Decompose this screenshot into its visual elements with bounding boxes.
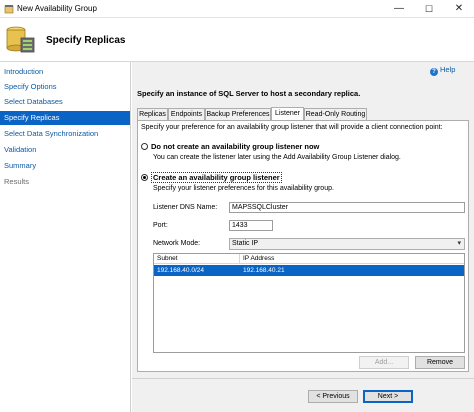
maximize-button[interactable]: ☐ [414,0,444,18]
port-input[interactable]: 1433 [229,220,273,231]
radio-no-listener-label: Do not create an availability group list… [151,142,320,151]
create-listener-subtext: Specify your listener preferences for th… [153,185,334,192]
sidebar-item-select-databases[interactable]: Select Databases [0,95,130,109]
tab-endpoints[interactable]: Endpoints [168,108,205,120]
footer-divider [132,378,474,379]
tab-listener[interactable]: Listener [271,107,304,120]
previous-button[interactable]: < Previous [308,390,358,403]
dns-name-input[interactable]: MAPSSQLCluster [229,202,465,213]
sidebar-item-specify-replicas[interactable]: Specify Replicas [0,111,130,125]
no-listener-subtext: You can create the listener later using … [153,154,401,161]
column-header-ip-address[interactable]: IP Address [240,254,464,264]
listener-description: Specify your preference for an availabil… [141,124,443,131]
instruction-text: Specify an instance of SQL Server to hos… [137,89,361,98]
column-header-subnet[interactable]: Subnet [154,254,240,264]
port-label: Port: [153,222,168,229]
sidebar-item-results: Results [4,177,30,186]
radio-no-listener[interactable]: Do not create an availability group list… [141,142,319,151]
network-mode-select[interactable]: Static IP ▾ [229,238,465,250]
window-title: New Availability Group [17,4,97,13]
radio-create-listener-label: Create an availability group listener [151,172,282,183]
sidebar-item-select-data-synchronization[interactable]: Select Data Synchronization [0,127,130,141]
remove-button[interactable]: Remove [415,356,465,369]
title-bar: New Availability Group — ☐ ✕ [0,0,474,18]
help-icon: ? [430,68,438,76]
app-icon [4,5,14,14]
grid-header: Subnet IP Address [154,254,464,264]
network-mode-value: Static IP [232,240,259,247]
close-button[interactable]: ✕ [444,0,474,18]
sidebar-item-validation[interactable]: Validation [0,143,130,157]
page-title: Specify Replicas [46,35,126,46]
database-server-icon [6,26,35,53]
help-link[interactable]: ? Help [430,65,455,76]
sidebar-item-summary[interactable]: Summary [0,159,130,173]
sidebar-item-introduction[interactable]: Introduction [0,65,130,79]
tab-read-only-routing[interactable]: Read-Only Routing [304,108,367,120]
network-mode-label: Network Mode: [153,240,201,247]
wizard-header: Specify Replicas [0,18,474,62]
tab-replicas[interactable]: Replicas [137,108,168,120]
ip-address-grid[interactable]: Subnet IP Address 192.168.40.0/24 192.16… [153,253,465,353]
main-panel: ? Help Specify an instance of SQL Server … [132,62,474,412]
dns-name-label: Listener DNS Name: [153,204,218,211]
sidebar-item-specify-options[interactable]: Specify Options [0,80,130,94]
table-row[interactable]: 192.168.40.0/24 192.168.40.21 [154,265,464,276]
radio-circle[interactable] [141,143,148,150]
listener-tab-panel: Specify your preference for an availabil… [137,120,469,372]
wizard-sidebar: Introduction Specify Options Select Data… [0,62,131,412]
cell-subnet: 192.168.40.0/24 [157,267,204,274]
radio-circle-checked[interactable] [141,174,148,181]
minimize-button[interactable]: — [384,0,414,18]
radio-create-listener[interactable]: Create an availability group listener [141,172,282,183]
next-button[interactable]: Next > [363,390,413,403]
help-label: Help [440,65,456,74]
add-button[interactable]: Add... [359,356,409,369]
tab-backup-preferences[interactable]: Backup Preferences [205,108,271,120]
cell-ip-address: 192.168.40.21 [243,267,285,274]
chevron-down-icon: ▾ [457,240,461,247]
